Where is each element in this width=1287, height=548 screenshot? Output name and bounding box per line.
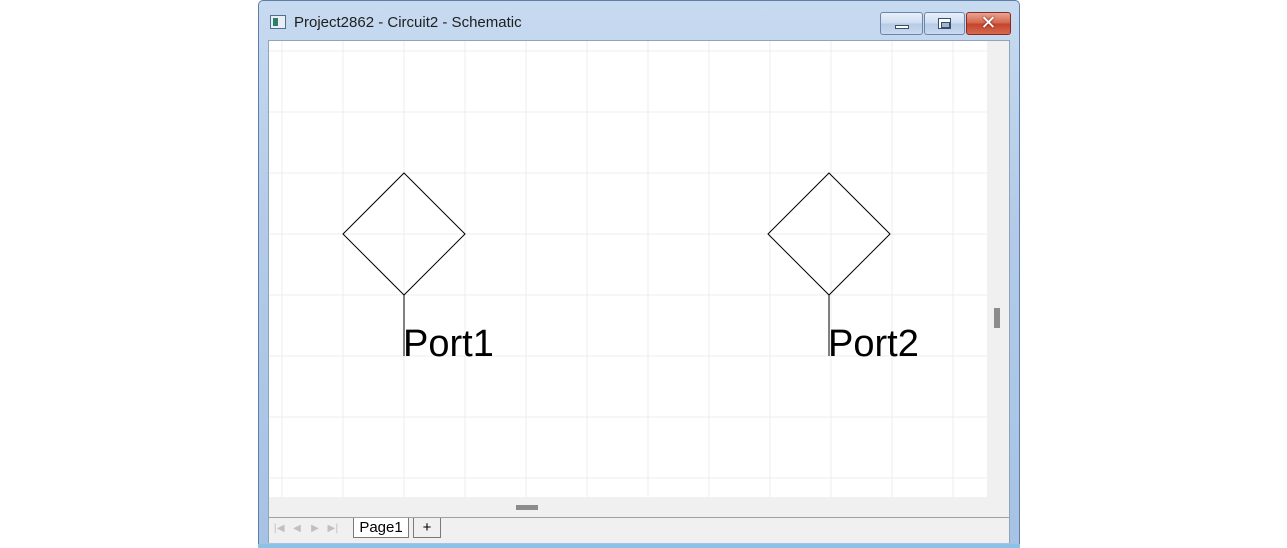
next-page-icon[interactable]: ▶	[307, 523, 323, 535]
schematic-canvas[interactable]: Port1 Port2	[269, 41, 987, 497]
maximize-icon	[938, 18, 951, 29]
title-bar[interactable]: Project2862 - Circuit2 - Schematic ✕	[259, 1, 1019, 41]
close-button[interactable]: ✕	[966, 12, 1011, 35]
port1-label[interactable]: Port1	[403, 325, 494, 363]
grid	[269, 41, 987, 497]
last-page-icon[interactable]: ▶|	[325, 523, 341, 535]
window-title: Project2862 - Circuit2 - Schematic	[294, 14, 522, 31]
vertical-scrollbar[interactable]	[987, 41, 1009, 497]
port2-label[interactable]: Port2	[828, 325, 919, 363]
add-page-button[interactable]: +	[413, 518, 441, 538]
schematic-window: Project2862 - Circuit2 - Schematic ✕ Por…	[258, 0, 1020, 548]
window-bottom-frame	[258, 544, 1020, 548]
app-icon[interactable]	[270, 15, 286, 29]
first-page-icon[interactable]: |◀	[271, 523, 287, 535]
vertical-scroll-thumb[interactable]	[994, 308, 1000, 328]
schematic-drawing	[269, 41, 987, 497]
minimize-button[interactable]	[880, 12, 923, 35]
close-icon: ✕	[980, 12, 997, 34]
schematic-client-area: Port1 Port2 |◀ ◀ ▶ ▶| Page1 +	[268, 40, 1010, 543]
minimize-icon	[894, 25, 909, 29]
previous-page-icon[interactable]: ◀	[289, 523, 305, 535]
horizontal-scroll-thumb[interactable]	[516, 505, 538, 510]
horizontal-scrollbar[interactable]	[269, 497, 987, 517]
maximize-button[interactable]	[924, 12, 965, 35]
page-tabs-bar: |◀ ◀ ▶ ▶| Page1 +	[269, 517, 1009, 543]
tab-page1[interactable]: Page1	[353, 518, 409, 538]
